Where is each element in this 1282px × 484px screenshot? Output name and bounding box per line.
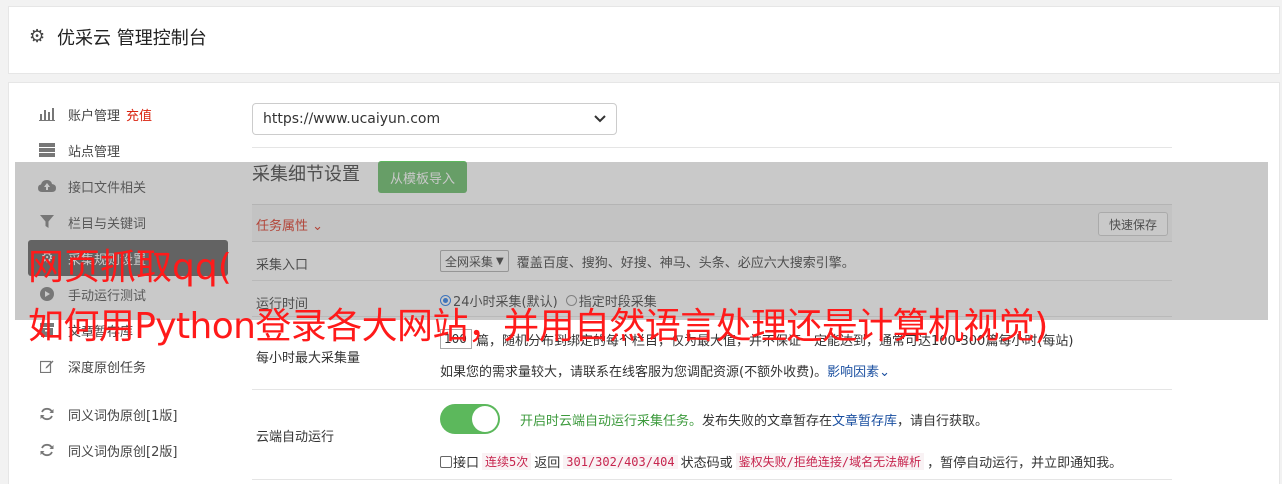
cloud-run-desc-1: 发布失败的文章暂存在 [702,413,833,429]
sidebar-item-label: 站点管理 [68,144,121,160]
bar-chart-icon [38,105,56,123]
entry-label: 采集入口 [256,258,309,273]
entry-description: 覆盖百度、搜狗、好搜、神马、头条、必应六大搜索引擎。 [516,255,855,271]
sidebar-item-interface[interactable]: 接口文件相关 [28,168,228,204]
refresh-icon [38,441,56,459]
cloud-run-desc-2: ，请自行获取。 [897,413,989,429]
quick-save-button[interactable]: 快速保存 [1097,212,1168,236]
sidebar-item-label: 同义词伪原创[1版] [68,408,178,424]
cloud-run-label: 云端自动运行 [256,430,335,445]
sidebar-item-label: 账户管理 [68,108,121,124]
cloud-run-toggle[interactable] [440,404,500,434]
edit-icon [38,357,56,375]
gear-icon: ⚙ [29,26,46,47]
pause-code-2: 301/302/403/404 [563,454,678,469]
refresh-icon [38,405,56,423]
sidebar-item-label: 栏目与关键词 [68,216,147,232]
recharge-link[interactable]: 充值 [126,105,152,124]
pause-text-1: 接口 [453,456,480,471]
divider [252,147,1172,148]
max-per-hour-hint: 如果您的需求量较大，请联系在线客服为您调配资源(不额外收费)。 [440,365,828,380]
cloud-run-toggle-line: 开启时云端自动运行采集任务。 发布失败的文章暂存在 文章暂存库 ，请自行获取。 [440,404,988,434]
sidebar-item-sites[interactable]: 站点管理 [28,132,228,168]
chevron-down-icon: ⌄ [312,219,324,234]
pause-code-1: 连续5次 [482,453,532,470]
influence-factors-link[interactable]: 影响因素⌄ [827,361,890,380]
site-select[interactable]: https://www.ucaiyun.com [252,103,617,135]
chevron-down-icon: ⌄ [879,365,891,380]
task-attributes-bar: 任务属性 ⌄ 快速保存 [252,204,1172,242]
page-title: 优采云 管理控制台 [57,28,207,49]
site-select-value: https://www.ucaiyun.com [263,111,441,127]
sidebar-item-columns[interactable]: 栏目与关键词 [28,204,228,240]
overlay-text-line-1: 网页抓取qq( [28,247,232,288]
app-header: ⚙ 优采云 管理控制台 [8,6,1280,74]
pause-code-3: 鉴权失败/拒绝连接/域名无法解析 [735,453,925,470]
pause-text-2: 返回 [534,456,561,471]
sidebar-item-account[interactable]: 账户管理 充值 [28,96,228,132]
cloud-run-row: 云端自动运行 开启时云端自动运行采集任务。 发布失败的文章暂存在 文章暂存库 ，… [252,390,1172,480]
import-template-button[interactable]: 从模板导入 [378,161,468,193]
task-attributes-label: 任务属性 [256,219,309,234]
overlay-text-line-2: 如何用Python登录各大网站，并用自然语言处理还是计算机视觉) [28,306,1048,347]
pause-text-4: ，暂停自动运行，并立即通知我。 [927,456,1123,471]
pause-text-3: 状态码或 [680,456,733,471]
pause-checkbox[interactable] [440,455,452,468]
sidebar-item-label: 同义词伪原创[2版] [68,444,178,460]
influence-factors-label: 影响因素 [827,365,880,380]
filter-icon [38,213,56,231]
entry-select[interactable]: 全网采集 ▼ [440,250,509,272]
sidebar-item-deep-original[interactable]: 深度原创任务 [28,348,228,384]
cloud-run-pause-line: 接口 连续5次 返回 301/302/403/404 状态码或 鉴权失败/拒绝连… [440,452,1122,471]
cloud-run-desc-green: 开启时云端自动运行采集任务。 [520,413,703,429]
sidebar-item-label: 深度原创任务 [68,360,147,376]
entry-row: 采集入口 全网采集 ▼ 覆盖百度、搜狗、好搜、神马、头条、必应六大搜索引擎。 [252,242,1172,281]
task-attributes-toggle[interactable]: 任务属性 ⌄ [256,215,323,234]
max-per-hour-hint-line: 如果您的需求量较大，请联系在线客服为您调配资源(不额外收费)。 影响因素⌄ [440,361,890,380]
cloud-upload-icon [38,177,56,195]
chevron-down-icon [594,112,606,126]
sidebar-item-label: 接口文件相关 [68,180,147,196]
entry-value: 全网采集 ▼ 覆盖百度、搜狗、好搜、神马、头条、必应六大搜索引擎。 [440,250,855,272]
sidebar-item-synonym-v1[interactable]: 同义词伪原创[1版] [28,396,228,432]
chevron-down-icon: ▼ [496,255,504,267]
entry-select-value: 全网采集 [445,254,494,269]
article-archive-link[interactable]: 文章暂存库 [832,410,897,429]
sidebar-item-synonym-v2[interactable]: 同义词伪原创[2版] [28,432,228,468]
section-title: 采集细节设置 [252,164,360,185]
server-icon [38,141,56,159]
sidebar-separator [28,384,228,396]
